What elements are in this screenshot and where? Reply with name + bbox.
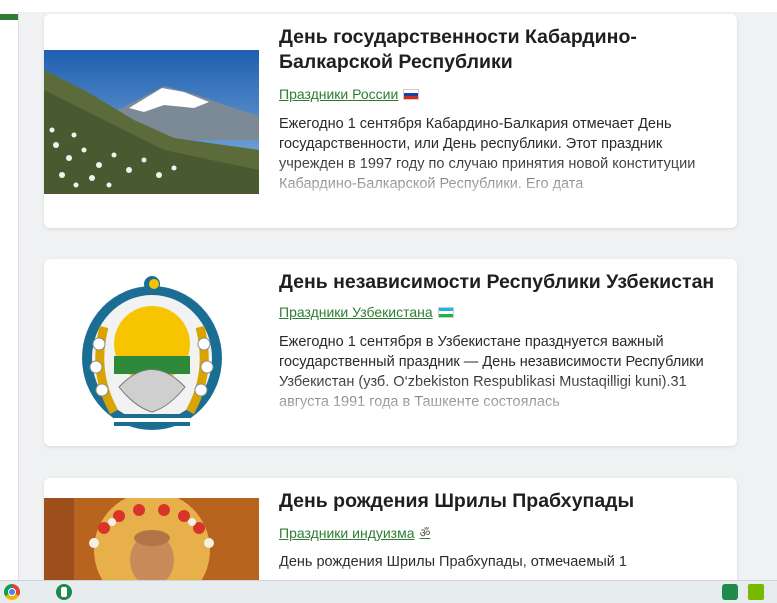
category-link[interactable]: Праздники индуизма ॐ — [279, 524, 430, 541]
card-excerpt: Ежегодно 1 сентября в Узбекистане праздн… — [279, 334, 704, 410]
chrome-icon[interactable] — [4, 584, 20, 600]
top-strip — [18, 0, 777, 12]
category-link[interactable]: Праздники России — [279, 86, 420, 102]
nvidia-icon[interactable] — [748, 584, 764, 600]
uzbekistan-flag — [437, 306, 454, 318]
category-link[interactable]: Праздники Узбекистана — [279, 304, 454, 320]
category-label[interactable]: Праздники России — [279, 86, 398, 102]
card-title[interactable]: День рождения Шрилы Прабхупады — [279, 489, 719, 514]
card-excerpt: День рождения Шрилы Прабхупады, отмечаем… — [279, 554, 627, 570]
category-label[interactable]: Праздники индуизма — [279, 525, 415, 541]
left-sidebar — [0, 0, 19, 602]
category-label[interactable]: Праздники Узбекистана — [279, 304, 433, 320]
holiday-card[interactable]: День независимости Республики Узбекистан… — [44, 259, 737, 446]
card-title[interactable]: День государственности Кабардино-Балкарс… — [279, 25, 719, 75]
mountain-landscape-image[interactable] — [44, 50, 259, 194]
holiday-card[interactable]: День государственности Кабардино-Балкарс… — [44, 14, 737, 228]
shield-icon[interactable] — [722, 584, 738, 600]
russia-flag — [403, 88, 420, 100]
card-excerpt: Ежегодно 1 сентября Кабардино-Балкария о… — [279, 116, 696, 192]
app-icon[interactable] — [56, 584, 72, 600]
sidebar-accent — [0, 14, 18, 20]
prabhupada-portrait-image[interactable] — [44, 498, 259, 588]
taskbar — [0, 580, 777, 603]
om-icon: ॐ — [419, 526, 431, 540]
uzbekistan-emblem-image[interactable] — [44, 272, 259, 434]
holiday-card[interactable]: День рождения Шрилы Прабхупады Праздники… — [44, 478, 737, 588]
card-title[interactable]: День независимости Республики Узбекистан — [279, 270, 719, 295]
